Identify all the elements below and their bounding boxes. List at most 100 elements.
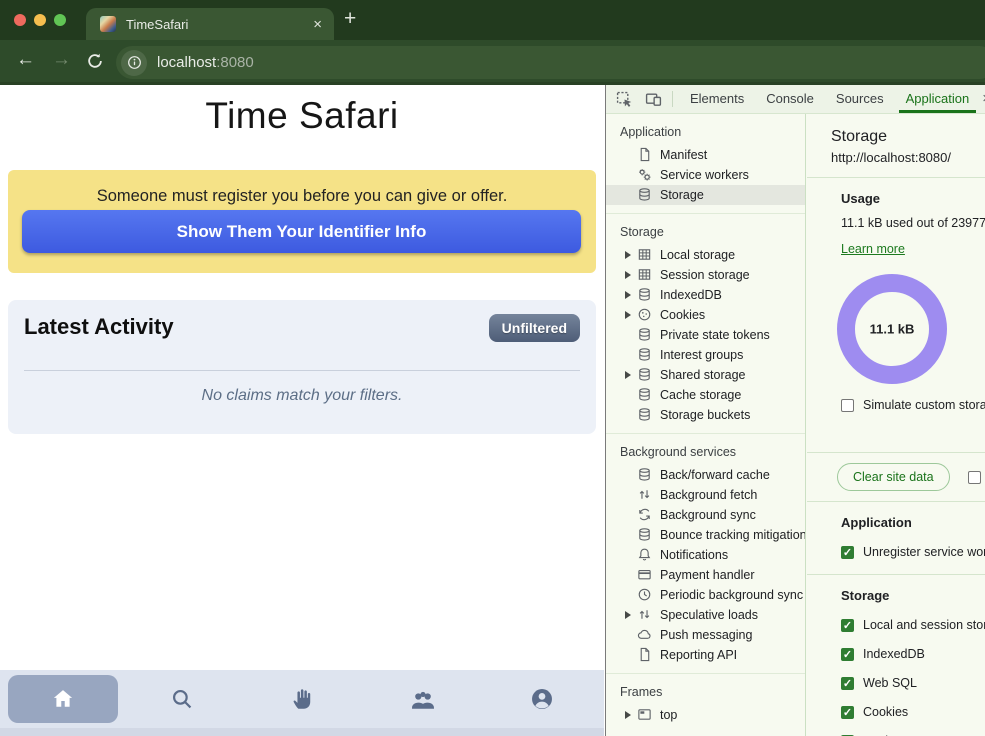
storage-label: Cookies — [863, 705, 908, 719]
sidebar-item-service-workers[interactable]: Service workers — [606, 165, 805, 185]
sidebar-item-push-messaging[interactable]: Push messaging — [606, 625, 805, 645]
inspect-element-icon[interactable] — [616, 91, 633, 108]
devtools-tab-elements[interactable]: Elements — [679, 85, 755, 113]
table-icon — [637, 267, 653, 283]
sidebar-item-session-storage[interactable]: Session storage — [606, 265, 805, 285]
simulate-quota-checkbox[interactable] — [841, 399, 854, 412]
sidebar-item-label: Speculative loads — [660, 608, 758, 622]
usage-text: 11.1 kB used out of 239779 MB storage qu… — [841, 216, 985, 230]
sidebar-item-cache-storage[interactable]: Cache storage — [606, 385, 805, 405]
sidebar-item-local-storage[interactable]: Local storage — [606, 245, 805, 265]
sidebar-item-label: Push messaging — [660, 628, 752, 642]
storage-panel: Storage http://localhost:8080/ Usage 11.… — [807, 114, 985, 736]
database-icon — [637, 347, 653, 363]
sidebar-item-reporting-api[interactable]: Reporting API — [606, 645, 805, 665]
tab-favicon — [100, 16, 116, 32]
home-icon — [50, 686, 76, 712]
sidebar-item-top[interactable]: top — [606, 705, 805, 725]
tab-close-icon[interactable]: × — [313, 16, 322, 33]
sidebar-item-storage[interactable]: Storage — [606, 185, 805, 205]
expand-arrow-icon[interactable] — [625, 251, 637, 259]
devtools-panel: ElementsConsoleSourcesApplication × Appl… — [605, 85, 985, 736]
address-bar[interactable]: localhost:8080 — [116, 46, 985, 79]
zoom-window-button[interactable] — [54, 14, 66, 26]
sidebar-item-label: Session storage — [660, 268, 750, 282]
sidebar-item-label: Storage buckets — [660, 408, 750, 422]
updown-arrows-icon — [637, 607, 653, 623]
database-icon — [637, 527, 653, 543]
clear-site-data-row: Clear site data including third-party co… — [837, 463, 985, 491]
sidebar-item-label: Local storage — [660, 248, 735, 262]
sidebar-item-shared-storage[interactable]: Shared storage — [606, 365, 805, 385]
sidebar-item-manifest[interactable]: Manifest — [606, 145, 805, 165]
usage-donut-label: 11.1 kB — [870, 322, 915, 337]
database-icon — [637, 467, 653, 483]
devtools-tab-sources[interactable]: Sources — [825, 85, 895, 113]
sidebar-item-background-fetch[interactable]: Background fetch — [606, 485, 805, 505]
minimize-window-button[interactable] — [34, 14, 46, 26]
device-toolbar-icon[interactable] — [645, 91, 662, 108]
file-icon — [637, 647, 653, 663]
sidebar-item-label: Shared storage — [660, 368, 745, 382]
sidebar-item-periodic-background-sync[interactable]: Periodic background sync — [606, 585, 805, 605]
close-window-button[interactable] — [14, 14, 26, 26]
sidebar-item-payment-handler[interactable]: Payment handler — [606, 565, 805, 585]
database-icon — [637, 327, 653, 343]
simulate-quota-label: Simulate custom storage quota — [863, 398, 985, 412]
learn-more-link[interactable]: Learn more — [841, 242, 905, 256]
filter-badge[interactable]: Unfiltered — [489, 314, 580, 342]
storage-checkbox[interactable]: ✓ — [841, 619, 854, 632]
storage-checkbox[interactable]: ✓ — [841, 648, 854, 661]
forward-button[interactable]: → — [52, 49, 71, 71]
expand-arrow-icon[interactable] — [625, 311, 637, 319]
file-icon — [637, 147, 653, 163]
expand-arrow-icon[interactable] — [625, 711, 637, 719]
database-icon — [637, 387, 653, 403]
storage-checkbox[interactable]: ✓ — [841, 677, 854, 690]
back-button[interactable]: ← — [16, 49, 35, 71]
sidebar-item-bounce-tracking-mitigations[interactable]: Bounce tracking mitigations — [606, 525, 805, 545]
card-icon — [637, 567, 653, 583]
show-identifier-info-button[interactable]: Show Them Your Identifier Info — [22, 210, 581, 253]
sidebar-item-indexeddb[interactable]: IndexedDB — [606, 285, 805, 305]
sidebar-item-interest-groups[interactable]: Interest groups — [606, 345, 805, 365]
url-text: localhost:8080 — [157, 54, 254, 71]
expand-arrow-icon[interactable] — [625, 291, 637, 299]
storage-checkbox[interactable]: ✓ — [841, 706, 854, 719]
sidebar-item-cookies[interactable]: Cookies — [606, 305, 805, 325]
site-info-icon[interactable] — [121, 50, 147, 76]
sidebar-item-label: Cookies — [660, 308, 705, 322]
updown-arrows-icon — [637, 487, 653, 503]
divider — [807, 501, 985, 502]
clear-site-data-button[interactable]: Clear site data — [837, 463, 950, 491]
devtools-tab-application[interactable]: Application — [895, 85, 981, 113]
sidebar-item-speculative-loads[interactable]: Speculative loads — [606, 605, 805, 625]
database-icon — [637, 407, 653, 423]
window-controls — [14, 14, 66, 26]
divider — [24, 370, 580, 371]
sidebar-item-label: Private state tokens — [660, 328, 770, 342]
expand-arrow-icon[interactable] — [625, 611, 637, 619]
nav-item-person[interactable] — [529, 686, 555, 712]
application-checkbox[interactable]: ✓ — [841, 546, 854, 559]
sidebar-item-back-forward-cache[interactable]: Back/forward cache — [606, 465, 805, 485]
nav-item-home-active[interactable] — [8, 675, 118, 723]
sidebar-item-label: Bounce tracking mitigations — [660, 528, 806, 542]
browser-tab[interactable]: TimeSafari × — [86, 8, 334, 40]
toolbar-divider — [672, 91, 673, 107]
sidebar-item-background-sync[interactable]: Background sync — [606, 505, 805, 525]
third-party-cookies-checkbox[interactable] — [968, 471, 981, 484]
nav-item-hand[interactable] — [289, 686, 315, 712]
nav-item-people[interactable] — [409, 686, 435, 712]
new-tab-button[interactable]: + — [344, 7, 356, 31]
sidebar-item-notifications[interactable]: Notifications — [606, 545, 805, 565]
sidebar-section-frames: Framestop — [606, 674, 805, 733]
expand-arrow-icon[interactable] — [625, 371, 637, 379]
sidebar-item-private-state-tokens[interactable]: Private state tokens — [606, 325, 805, 345]
expand-arrow-icon[interactable] — [625, 271, 637, 279]
nav-item-search[interactable] — [169, 686, 195, 712]
reload-button[interactable] — [86, 52, 104, 76]
devtools-tab-console[interactable]: Console — [755, 85, 825, 113]
table-icon — [637, 247, 653, 263]
sidebar-item-storage-buckets[interactable]: Storage buckets — [606, 405, 805, 425]
